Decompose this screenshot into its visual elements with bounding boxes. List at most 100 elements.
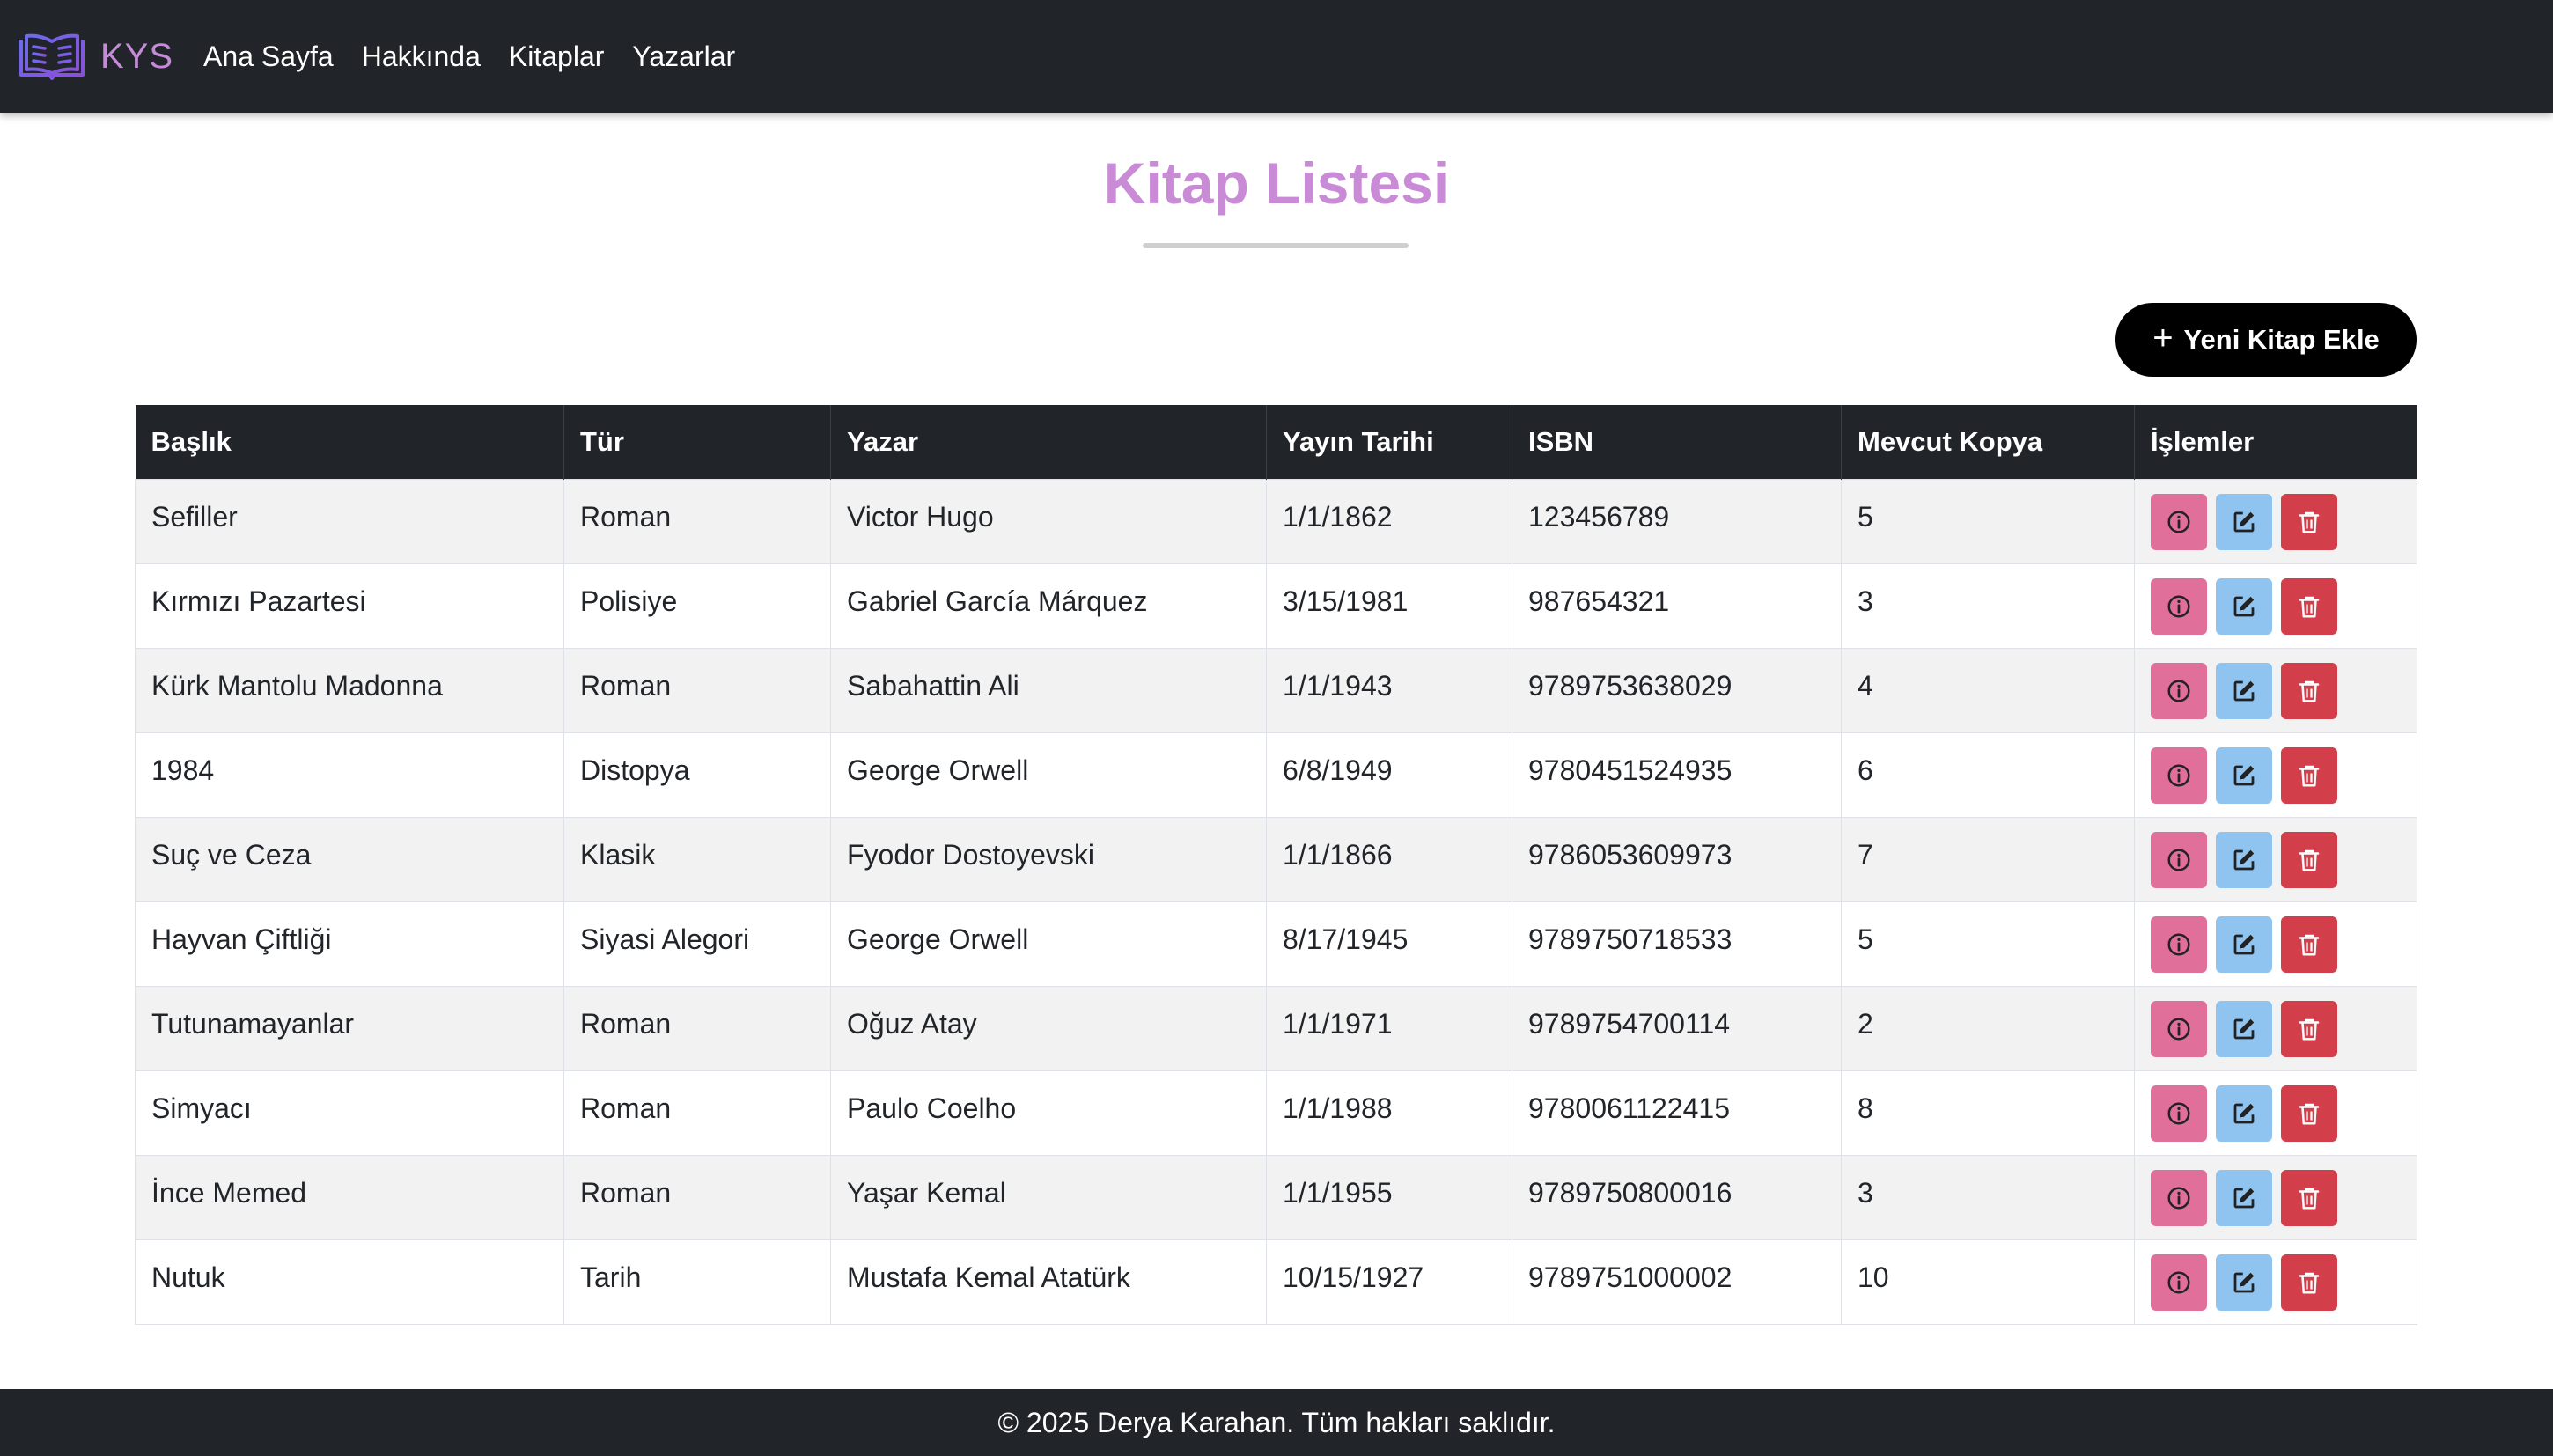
table-header-row: Başlık Tür Yazar Yayın Tarihi ISBN Mevcu… [135, 405, 2417, 479]
brand[interactable]: KYS [18, 33, 173, 80]
cell-yazar: George Orwell [830, 901, 1267, 987]
edit-button[interactable] [2216, 1254, 2272, 1311]
table-row: İnce Memed Roman Yaşar Kemal 1/1/1955 978975… [135, 1154, 2417, 1240]
edit-icon [2231, 1016, 2257, 1042]
delete-button[interactable] [2281, 577, 2337, 635]
cell-yazar: George Orwell [830, 732, 1267, 818]
cell-tur: Distopya [563, 732, 831, 818]
edit-icon [2231, 678, 2257, 704]
trash-icon [2296, 1269, 2322, 1296]
delete-button[interactable] [2281, 1169, 2337, 1226]
cell-isbn: 9789753638029 [1512, 647, 1842, 733]
cell-isbn: 9789751000002 [1512, 1239, 1842, 1325]
books-table: Başlık Tür Yazar Yayın Tarihi ISBN Mevcu… [135, 405, 2417, 1325]
cell-yazar: Paulo Coelho [830, 1070, 1267, 1156]
info-circle-icon [2166, 678, 2192, 704]
details-button[interactable] [2151, 1169, 2207, 1226]
cell-actions [2134, 1154, 2417, 1240]
table-row: Nutuk Tarih Mustafa Kemal Atatürk 10/15/192… [135, 1239, 2417, 1325]
edit-button[interactable] [2216, 662, 2272, 719]
cell-yazar: Mustafa Kemal Atatürk [830, 1239, 1267, 1325]
edit-icon [2231, 509, 2257, 535]
cell-tur: Roman [563, 985, 831, 1071]
delete-button[interactable] [2281, 916, 2337, 973]
cell-baslik: Hayvan Çiftliği [135, 901, 564, 987]
cell-isbn: 9780451524935 [1512, 732, 1842, 818]
cell-tur: Tarih [563, 1239, 831, 1325]
navbar: KYS Ana Sayfa Hakkında Kitaplar Yazarlar [0, 0, 2553, 113]
details-button[interactable] [2151, 916, 2207, 973]
info-circle-icon [2166, 1016, 2192, 1042]
row-actions [2151, 1254, 2401, 1311]
details-button[interactable] [2151, 1254, 2207, 1311]
details-button[interactable] [2151, 577, 2207, 635]
table-row: Tutunamayanlar Roman Oğuz Atay 1/1/1971 9789… [135, 985, 2417, 1071]
details-button[interactable] [2151, 746, 2207, 804]
nav-link-hakkinda[interactable]: Hakkında [362, 40, 481, 73]
details-button[interactable] [2151, 1000, 2207, 1057]
table-row: Simyacı Roman Paulo Coelho 1/1/1988 97800611… [135, 1070, 2417, 1156]
cell-actions [2134, 1239, 2417, 1325]
row-actions [2151, 1000, 2401, 1057]
cell-yayin-tarihi: 1/1/1862 [1266, 478, 1512, 564]
cell-yayin-tarihi: 1/1/1866 [1266, 816, 1512, 902]
cell-yayin-tarihi: 6/8/1949 [1266, 732, 1512, 818]
header-yayin-tarihi: Yayın Tarihi [1266, 405, 1512, 479]
cell-yazar: Oğuz Atay [830, 985, 1267, 1071]
delete-button[interactable] [2281, 1085, 2337, 1142]
cell-mevcut-kopya: 4 [1841, 647, 2135, 733]
details-button[interactable] [2151, 493, 2207, 550]
cell-tur: Roman [563, 1154, 831, 1240]
cell-yayin-tarihi: 10/15/1927 [1266, 1239, 1512, 1325]
details-button[interactable] [2151, 831, 2207, 888]
cell-tur: Klasik [563, 816, 831, 902]
edit-button[interactable] [2216, 493, 2272, 550]
cell-baslik: Simyacı [135, 1070, 564, 1156]
table-row: Hayvan Çiftliği Siyasi Alegori George Orwe… [135, 901, 2417, 987]
cell-baslik: Sefiller [135, 478, 564, 564]
delete-button[interactable] [2281, 746, 2337, 804]
details-button[interactable] [2151, 1085, 2207, 1142]
info-circle-icon [2166, 509, 2192, 535]
trash-icon [2296, 678, 2322, 704]
edit-button[interactable] [2216, 577, 2272, 635]
cell-yazar: Yaşar Kemal [830, 1154, 1267, 1240]
add-book-button[interactable]: + Yeni Kitap Ekle [2115, 303, 2417, 377]
edit-button[interactable] [2216, 831, 2272, 888]
info-circle-icon [2166, 1269, 2192, 1296]
row-actions [2151, 662, 2401, 719]
edit-icon [2231, 931, 2257, 958]
cell-yazar: Victor Hugo [830, 478, 1267, 564]
trash-icon [2296, 762, 2322, 789]
row-actions [2151, 493, 2401, 550]
edit-icon [2231, 847, 2257, 873]
edit-button[interactable] [2216, 746, 2272, 804]
cell-yayin-tarihi: 1/1/1955 [1266, 1154, 1512, 1240]
edit-button[interactable] [2216, 916, 2272, 973]
header-mevcut-kopya: Mevcut Kopya [1841, 405, 2135, 479]
cell-baslik: Kürk Mantolu Madonna [135, 647, 564, 733]
delete-button[interactable] [2281, 662, 2337, 719]
edit-button[interactable] [2216, 1169, 2272, 1226]
details-button[interactable] [2151, 662, 2207, 719]
delete-button[interactable] [2281, 831, 2337, 888]
page-title: Kitap Listesi [1103, 151, 1450, 216]
nav-link-kitaplar[interactable]: Kitaplar [509, 40, 605, 73]
row-actions [2151, 1085, 2401, 1142]
header-isbn: ISBN [1512, 405, 1842, 479]
info-circle-icon [2166, 1185, 2192, 1211]
nav-link-ana-sayfa[interactable]: Ana Sayfa [203, 40, 334, 73]
table-row: Kırmızı Pazartesi Polisiye Gabriel García … [135, 563, 2417, 649]
trash-icon [2296, 1016, 2322, 1042]
delete-button[interactable] [2281, 493, 2337, 550]
delete-button[interactable] [2281, 1000, 2337, 1057]
delete-button[interactable] [2281, 1254, 2337, 1311]
edit-button[interactable] [2216, 1085, 2272, 1142]
edit-button[interactable] [2216, 1000, 2272, 1057]
cell-tur: Siyasi Alegori [563, 901, 831, 987]
nav-links: Ana Sayfa Hakkında Kitaplar Yazarlar [203, 40, 735, 73]
trash-icon [2296, 847, 2322, 873]
cell-mevcut-kopya: 10 [1841, 1239, 2135, 1325]
header-yazar: Yazar [830, 405, 1267, 479]
nav-link-yazarlar[interactable]: Yazarlar [632, 40, 735, 73]
